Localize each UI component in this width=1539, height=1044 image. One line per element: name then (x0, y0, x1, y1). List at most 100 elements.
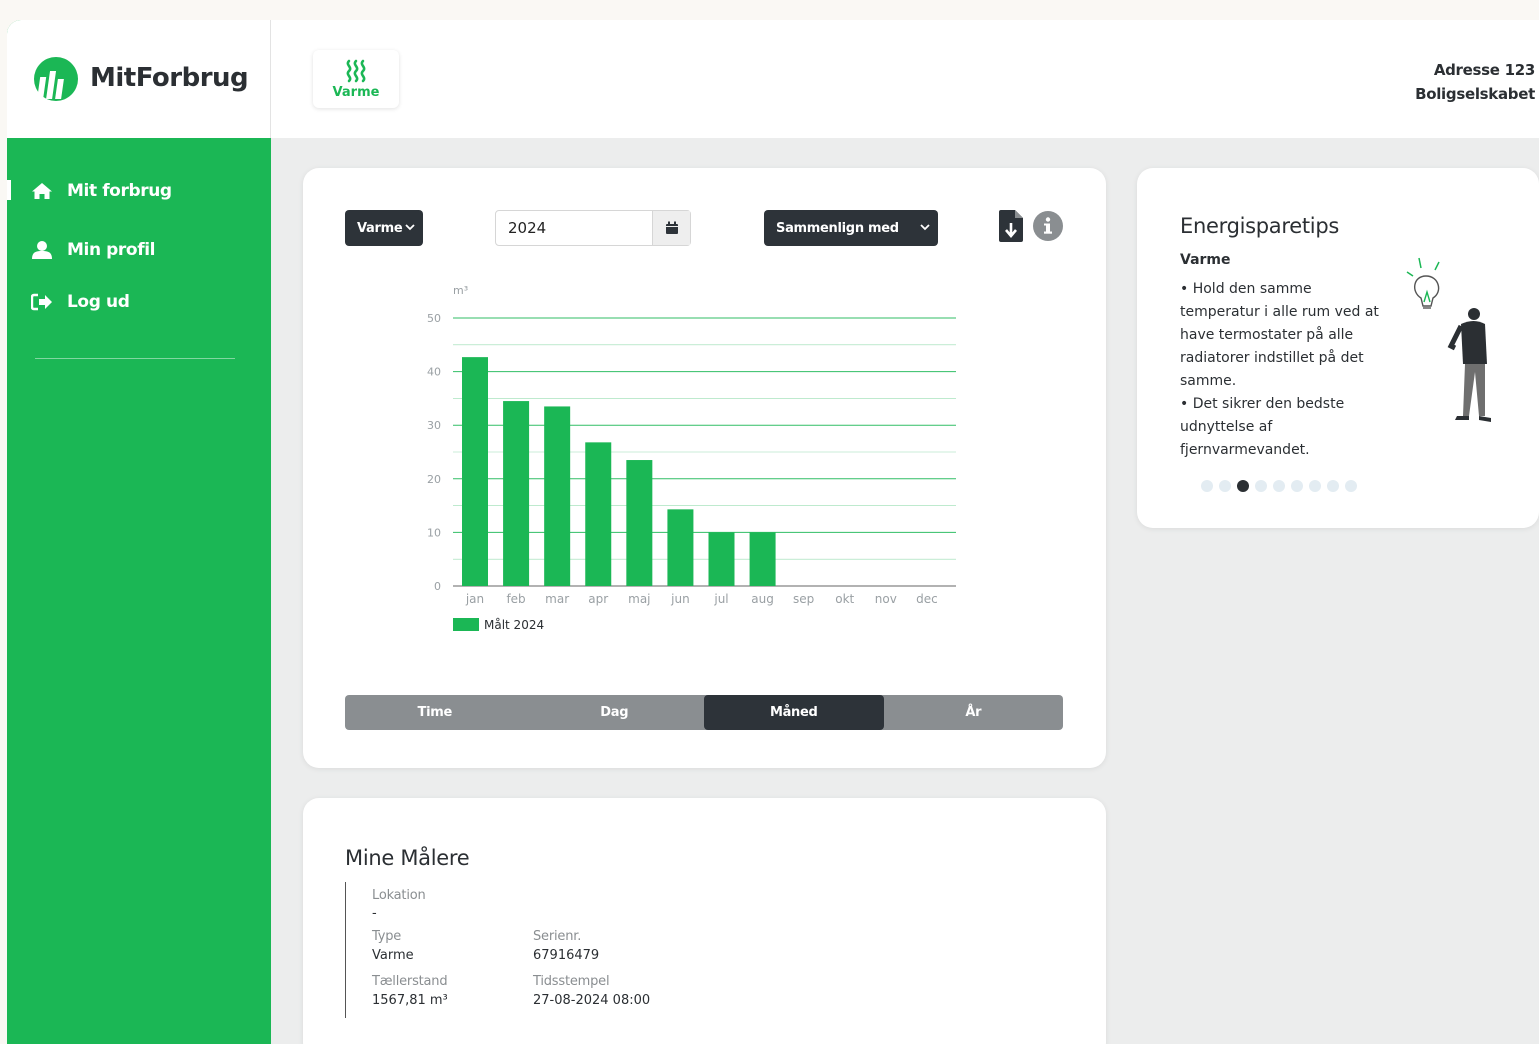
carousel-dot[interactable] (1255, 480, 1267, 492)
y-tick-label: 30 (427, 419, 441, 432)
x-tick-label: jan (465, 592, 484, 606)
address-line: Adresse 123 (1433, 61, 1535, 79)
sidebar-item-min-profil[interactable]: Min profil (7, 224, 271, 276)
sidebar-nav: Mit forbrug Min profil Log ud (7, 172, 271, 328)
legend-label: Målt 2024 (484, 618, 544, 632)
location-label: Lokation (372, 888, 426, 903)
period-tab-dag[interactable]: Dag (525, 695, 705, 730)
sidebar-divider (35, 358, 235, 359)
sidebar-item-log-ud[interactable]: Log ud (7, 276, 271, 328)
type-label: Type (372, 929, 402, 944)
x-tick-label: apr (588, 592, 608, 606)
x-tick-label: maj (628, 592, 650, 606)
carousel-dot[interactable] (1219, 480, 1231, 492)
bar-jan (462, 357, 488, 586)
bar-mar (544, 406, 571, 586)
period-tab-aar[interactable]: År (884, 695, 1064, 730)
x-tick-label: sep (793, 592, 814, 606)
bar-maj (626, 460, 653, 586)
carousel-dot[interactable] (1201, 480, 1213, 492)
chevron-down-icon (920, 224, 930, 231)
logo-text: MitForbrug (90, 63, 249, 93)
x-tick-label: jul (713, 592, 728, 606)
utility-tab-varme[interactable]: Varme (313, 50, 399, 108)
y-tick-label: 50 (427, 312, 441, 325)
meters-title: Mine Målere (345, 846, 470, 870)
tips-subtitle: Varme (1180, 252, 1231, 268)
tips-carousel-dots (1201, 480, 1357, 492)
lightbulb-person-illustration (1406, 257, 1491, 422)
x-tick-label: mar (545, 592, 569, 606)
home-icon (31, 181, 53, 201)
utility-select[interactable]: Varme (345, 210, 423, 246)
meter-details: Lokation - Type Varme Serienr. 67916479 … (345, 882, 845, 1018)
y-tick-label: 20 (427, 473, 441, 486)
sidebar: MitForbrug Mit forbrug Min profil Log ud (7, 20, 271, 1044)
period-tab-maaned[interactable]: Måned (704, 695, 884, 730)
utility-tab-label: Varme (332, 84, 380, 100)
type-value: Varme (372, 948, 414, 963)
logo-area: MitForbrug (7, 20, 271, 138)
x-tick-label: dec (916, 592, 938, 606)
tip-line: • Det sikrer den bedste udnyttelse af fj… (1180, 396, 1345, 458)
serial-label: Serienr. (533, 929, 582, 944)
download-file-icon[interactable] (999, 210, 1023, 242)
tips-title: Energisparetips (1180, 214, 1339, 238)
user-icon (31, 240, 53, 260)
sidebar-item-label: Mit forbrug (67, 181, 172, 201)
info-icon[interactable] (1033, 211, 1063, 241)
reading-value: 1567,81 m³ (372, 993, 448, 1008)
app-frame: MitForbrug Mit forbrug Min profil Log ud (7, 20, 1539, 1044)
year-picker[interactable]: 2024 (495, 210, 691, 246)
x-tick-label: nov (875, 592, 897, 606)
topbar: Varme Adresse 123 Boligselskabet (271, 20, 1539, 138)
logout-icon (31, 292, 53, 312)
tips-body: • Hold den samme temperatur i alle rum v… (1180, 278, 1380, 462)
utility-select-value: Varme (357, 220, 403, 236)
consumption-chart-card: Varme 2024 Sammenlign med m³ 0 10 20 30 40 50 j… (303, 168, 1106, 768)
compare-select[interactable]: Sammenlign med (764, 210, 938, 246)
sidebar-item-label: Min profil (67, 240, 156, 260)
heat-icon (346, 59, 366, 82)
chevron-down-icon (405, 224, 415, 231)
bar-jun (667, 509, 694, 586)
y-tick-label: 10 (427, 526, 441, 539)
carousel-dot[interactable] (1309, 480, 1321, 492)
logo-icon (34, 57, 78, 101)
carousel-dot[interactable] (1345, 480, 1357, 492)
serial-value: 67916479 (533, 948, 600, 963)
x-tick-label: feb (506, 592, 525, 606)
x-tick-label: jun (670, 592, 690, 606)
y-tick-label: 0 (434, 580, 441, 593)
carousel-dot[interactable] (1273, 480, 1285, 492)
carousel-dot[interactable] (1327, 480, 1339, 492)
x-tick-label: okt (835, 592, 854, 606)
carousel-dot[interactable] (1237, 480, 1249, 492)
period-selector: Time Dag Måned År (345, 695, 1063, 730)
company-line: Boligselskabet (1415, 85, 1535, 103)
carousel-dot[interactable] (1291, 480, 1303, 492)
y-tick-label: 40 (427, 366, 441, 379)
location-value: - (372, 906, 377, 921)
year-input[interactable]: 2024 (496, 219, 652, 237)
address-block: Adresse 123 Boligselskabet (1415, 58, 1535, 106)
bar-jul (708, 532, 735, 586)
y-unit-label: m³ (453, 284, 468, 297)
bar-aug (749, 532, 776, 586)
sidebar-item-mit-forbrug[interactable]: Mit forbrug (7, 172, 271, 210)
legend-swatch (453, 618, 479, 631)
bar-feb (503, 401, 530, 586)
bar-apr (585, 442, 612, 586)
bar-chart: m³ 0 10 20 30 40 50 jan feb mar apr maj jun jul aug sep… (427, 284, 956, 632)
x-tick-label: aug (751, 592, 774, 606)
sidebar-item-label: Log ud (67, 292, 130, 312)
tip-line: • Hold den samme temperatur i alle rum v… (1180, 281, 1379, 389)
meters-card: Mine Målere Lokation - Type Varme Serien… (303, 798, 1106, 1044)
period-tab-time[interactable]: Time (345, 695, 525, 730)
calendar-icon[interactable] (652, 211, 690, 245)
reading-label: Tællerstand (372, 974, 448, 989)
timestamp-label: Tidsstempel (533, 974, 610, 989)
timestamp-value: 27-08-2024 08:00 (533, 993, 651, 1008)
compare-select-value: Sammenlign med (776, 220, 899, 236)
energy-tips-card: Energisparetips Varme • Hold den samme t… (1137, 168, 1539, 528)
